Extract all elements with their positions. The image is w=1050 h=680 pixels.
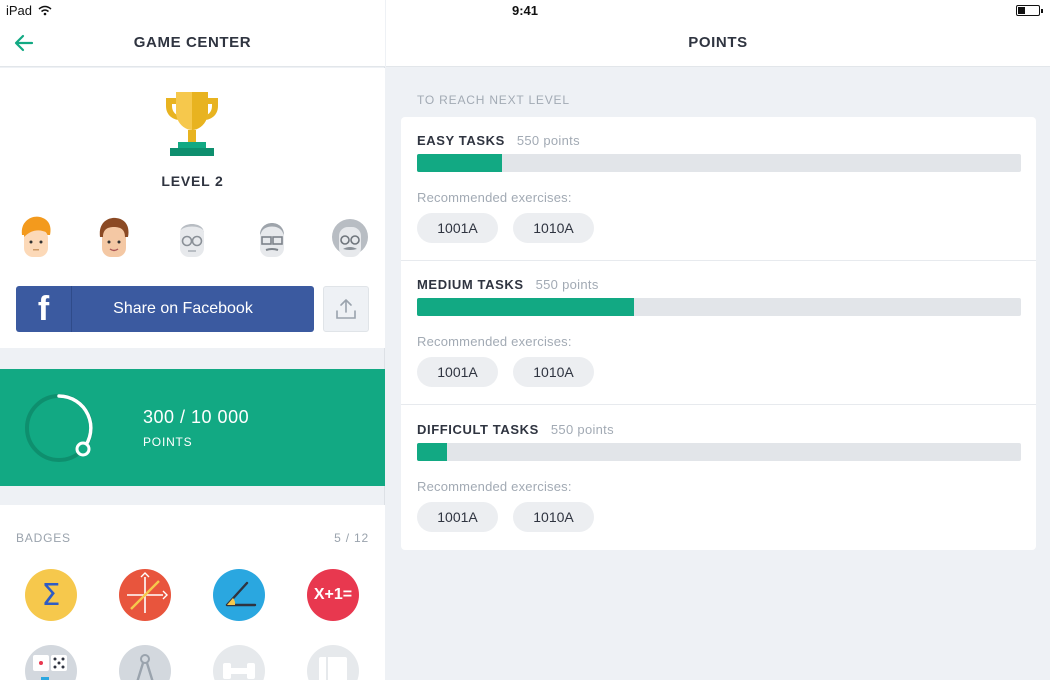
- axes-badge[interactable]: [119, 569, 171, 621]
- orange-hair-avatar[interactable]: [14, 213, 58, 261]
- points-progress-ring: [25, 394, 93, 462]
- status-time: 9:41: [511, 3, 539, 18]
- angle-badge[interactable]: [213, 569, 265, 621]
- recommended-label: Recommended exercises:: [417, 479, 572, 494]
- exercise-chip[interactable]: 1010A: [513, 213, 594, 243]
- task-name: DIFFICULT TASKS: [417, 422, 539, 437]
- task-progress-fill: [417, 443, 448, 461]
- grandpa-avatar[interactable]: [328, 213, 372, 261]
- exercise-chip[interactable]: 1001A: [417, 357, 498, 387]
- book-badge[interactable]: [307, 645, 359, 680]
- share-button[interactable]: [323, 286, 369, 332]
- points-title: POINTS: [688, 34, 748, 51]
- points-value: 300 / 10 000: [143, 407, 250, 427]
- game-center-panel: GAME CENTER LEVEL 2 f Share on Facebook …: [0, 0, 385, 680]
- share-icon: [336, 299, 356, 319]
- task-heading: MEDIUM TASKS 550 points: [417, 277, 599, 292]
- points-card: 300 / 10 000 POINTS: [0, 369, 385, 486]
- sigma-icon: Σ: [41, 577, 61, 613]
- exercise-chip[interactable]: 1001A: [417, 213, 498, 243]
- task-points: 550 points: [516, 133, 580, 148]
- equation-badge[interactable]: X+1=: [307, 569, 359, 621]
- glasses-avatar-2[interactable]: [250, 213, 294, 261]
- task-progress-bar: [417, 154, 1021, 172]
- task-progress-bar: [417, 443, 1021, 461]
- recommended-label: Recommended exercises:: [417, 334, 572, 349]
- sigma-badge[interactable]: Σ: [25, 569, 77, 621]
- points-panel: POINTS TO REACH NEXT LEVEL EASY TASKS 550…: [386, 0, 1050, 680]
- exercise-chip[interactable]: 1010A: [513, 502, 594, 532]
- equation-icon: X+1=: [313, 586, 353, 603]
- battery-icon: [1016, 5, 1043, 16]
- glasses-avatar[interactable]: [170, 213, 214, 261]
- brown-hair-avatar[interactable]: [92, 213, 136, 261]
- task-heading: EASY TASKS 550 points: [417, 133, 580, 148]
- tasks-card: EASY TASKS 550 points Recommended exercis…: [401, 117, 1036, 550]
- recommended-label: Recommended exercises:: [417, 190, 572, 205]
- book-icon: [319, 657, 347, 680]
- avatar-row: [12, 213, 377, 261]
- status-bar: iPad 9:41: [0, 0, 1050, 22]
- dice-badge[interactable]: [25, 645, 77, 680]
- exercise-chip[interactable]: 1001A: [417, 502, 498, 532]
- task-progress-fill: [417, 154, 502, 172]
- level-label: LEVEL 2: [161, 173, 224, 189]
- task-progress-fill: [417, 298, 635, 316]
- compass-badge[interactable]: [119, 645, 171, 680]
- task-difficult: DIFFICULT TASKS 550 points Recommended ex…: [401, 406, 1036, 550]
- task-medium: MEDIUM TASKS 550 points Recommended exerc…: [401, 261, 1036, 405]
- facebook-icon: f: [16, 286, 72, 332]
- share-facebook-button[interactable]: f Share on Facebook: [16, 286, 314, 332]
- task-name: MEDIUM TASKS: [417, 277, 524, 292]
- exercise-chip[interactable]: 1010A: [513, 357, 594, 387]
- task-name: EASY TASKS: [417, 133, 505, 148]
- compass-icon: [136, 654, 154, 680]
- badges-section: BADGES 5 / 12 Σ X+1=: [0, 505, 385, 680]
- points-label: POINTS: [143, 435, 193, 449]
- task-progress-bar: [417, 298, 1021, 316]
- task-easy: EASY TASKS 550 points Recommended exercis…: [401, 117, 1036, 261]
- badges-count: 5 / 12: [334, 531, 369, 545]
- axes-icon: [127, 572, 168, 613]
- badges-title: BADGES: [16, 531, 71, 545]
- task-points: 550 points: [550, 422, 614, 437]
- share-facebook-label: Share on Facebook: [113, 300, 253, 317]
- dumbbell-badge[interactable]: [213, 645, 265, 680]
- task-heading: DIFFICULT TASKS 550 points: [417, 422, 614, 437]
- profile-card: LEVEL 2 f Share on Facebook: [0, 68, 385, 348]
- page-title: GAME CENTER: [133, 34, 252, 51]
- dice-icon: [33, 655, 67, 680]
- task-points: 550 points: [535, 277, 599, 292]
- next-level-label: TO REACH NEXT LEVEL: [417, 93, 570, 107]
- angle-icon: [225, 581, 257, 607]
- dumbbell-icon: [223, 663, 255, 679]
- trophy-icon: [166, 92, 218, 156]
